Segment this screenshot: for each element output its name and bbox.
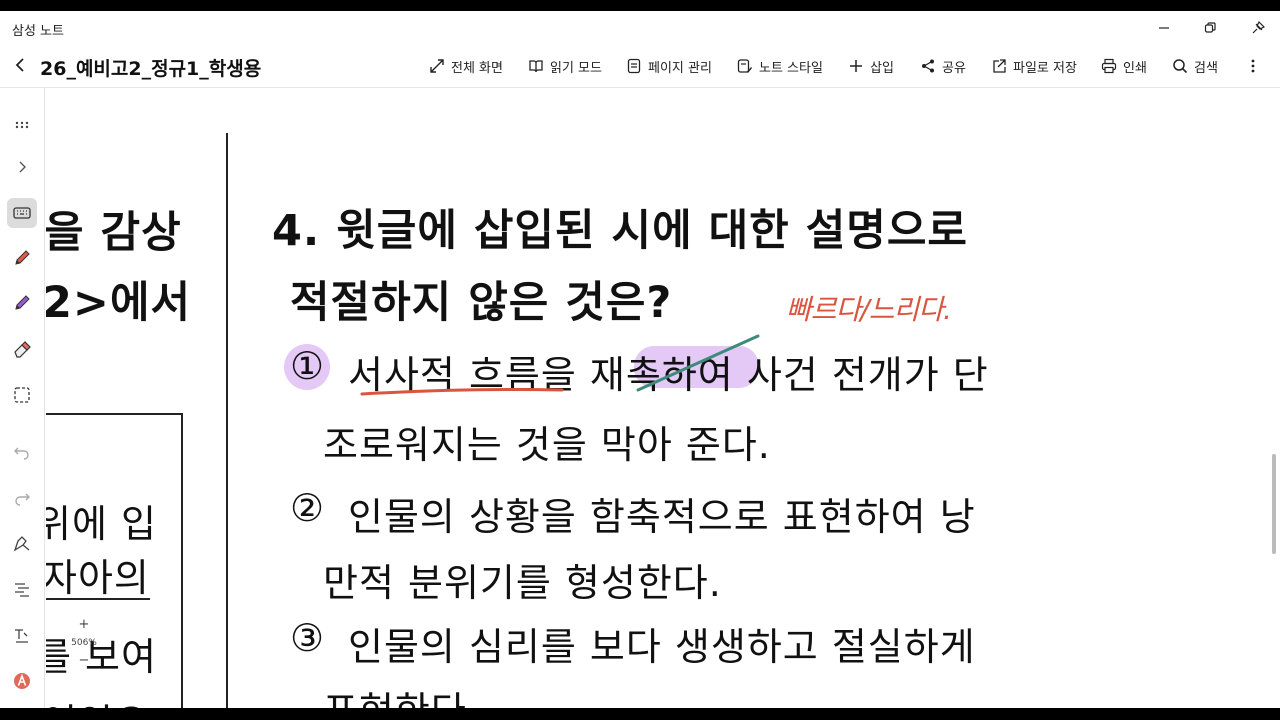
text-lines-icon — [15, 583, 29, 597]
minimize-icon — [1159, 27, 1169, 29]
handwriting-tool-button[interactable] — [7, 620, 37, 650]
restore-button[interactable] — [1195, 16, 1225, 40]
print-button[interactable]: 인쇄 — [1101, 55, 1147, 77]
keyboard-button[interactable] — [7, 198, 37, 228]
search-button[interactable]: 검색 — [1172, 55, 1218, 77]
pen-icon — [15, 250, 30, 265]
share-button[interactable]: 공유 — [920, 55, 966, 77]
chevron-left-icon — [15, 58, 24, 72]
pen-toolbar — [0, 88, 45, 708]
text-align-tool-button[interactable] — [7, 574, 37, 604]
restore-icon — [1204, 22, 1216, 33]
eraser-tool-button[interactable] — [7, 334, 37, 364]
share-icon — [922, 59, 934, 73]
highlighter-icon — [15, 295, 30, 310]
handwriting-icon — [15, 629, 28, 643]
print-icon — [1101, 58, 1117, 74]
shape-tool-button[interactable] — [7, 528, 37, 558]
book-icon — [529, 60, 543, 73]
page-manage-button[interactable]: 페이지 관리 — [626, 55, 712, 77]
toolbar: 26_예비고2_정규1_학생용 전체 화면 읽기 모드 페이지 관리 노트 스타… — [0, 45, 1280, 88]
save-as-file-button[interactable]: 파일로 저장 — [991, 55, 1077, 77]
pen-tool-button[interactable] — [7, 243, 37, 273]
highlighter-tool-button[interactable] — [7, 288, 37, 318]
undo-icon — [14, 447, 29, 460]
back-button[interactable] — [10, 53, 30, 77]
green-strike-stroke — [636, 334, 760, 392]
insert-button[interactable]: 삽입 — [848, 55, 894, 77]
more-vertical-icon — [1251, 59, 1255, 73]
chevron-right-icon — [19, 161, 26, 173]
zoom-control: + 506% − — [66, 616, 102, 670]
red-underline-stroke — [360, 388, 564, 396]
zoom-level: 506% — [71, 638, 97, 648]
ink-layer — [360, 334, 760, 396]
expand-toolbar-button[interactable] — [7, 152, 37, 182]
style-icon — [737, 59, 752, 73]
fullscreen-button[interactable]: 전체 화면 — [429, 55, 503, 77]
fullscreen-icon — [430, 59, 444, 73]
search-icon — [1173, 59, 1188, 74]
font-a-icon — [14, 673, 30, 689]
grip-dots-icon — [15, 121, 29, 129]
handwritten-annotation: 빠르다/느리다. — [786, 293, 952, 326]
selection-tool-button[interactable] — [7, 380, 37, 410]
note-canvas[interactable]: 을 감상 2>에서 위에 입 자아의 를 보여 여인으 4. 윗글에 삽입된 시… — [46, 88, 1280, 708]
minimize-button[interactable] — [1149, 16, 1179, 40]
keyboard-icon — [13, 207, 31, 219]
title-bar: 삼성 노트 — [0, 11, 1280, 45]
app-window: 삼성 노트 26_예비고2_정규1_학생용 전체 화면 읽기 모드 페이지 관리 — [0, 11, 1280, 708]
export-icon — [993, 59, 1006, 73]
redo-icon — [15, 493, 30, 506]
drag-handle[interactable] — [7, 110, 37, 140]
page-icon — [627, 58, 641, 74]
app-title: 삼성 노트 — [12, 24, 64, 39]
shape-pen-icon — [13, 536, 30, 552]
pin-button[interactable] — [1243, 16, 1273, 40]
pin-icon — [1252, 21, 1265, 34]
note-style-button[interactable]: 노트 스타일 — [737, 55, 823, 77]
zoom-out-button[interactable]: − — [66, 652, 102, 670]
redo-button[interactable] — [7, 482, 37, 512]
document-title: 26_예비고2_정규1_학생용 — [40, 58, 262, 80]
plus-icon — [850, 60, 862, 72]
more-options-button[interactable] — [1245, 55, 1261, 77]
text-style-button[interactable] — [7, 666, 37, 696]
reading-mode-button[interactable]: 읽기 모드 — [528, 55, 602, 77]
undo-button[interactable] — [7, 436, 37, 466]
vertical-scrollbar[interactable] — [1272, 454, 1276, 554]
eraser-icon — [14, 341, 31, 358]
zoom-in-button[interactable]: + — [66, 616, 102, 634]
lasso-select-icon — [14, 387, 30, 403]
